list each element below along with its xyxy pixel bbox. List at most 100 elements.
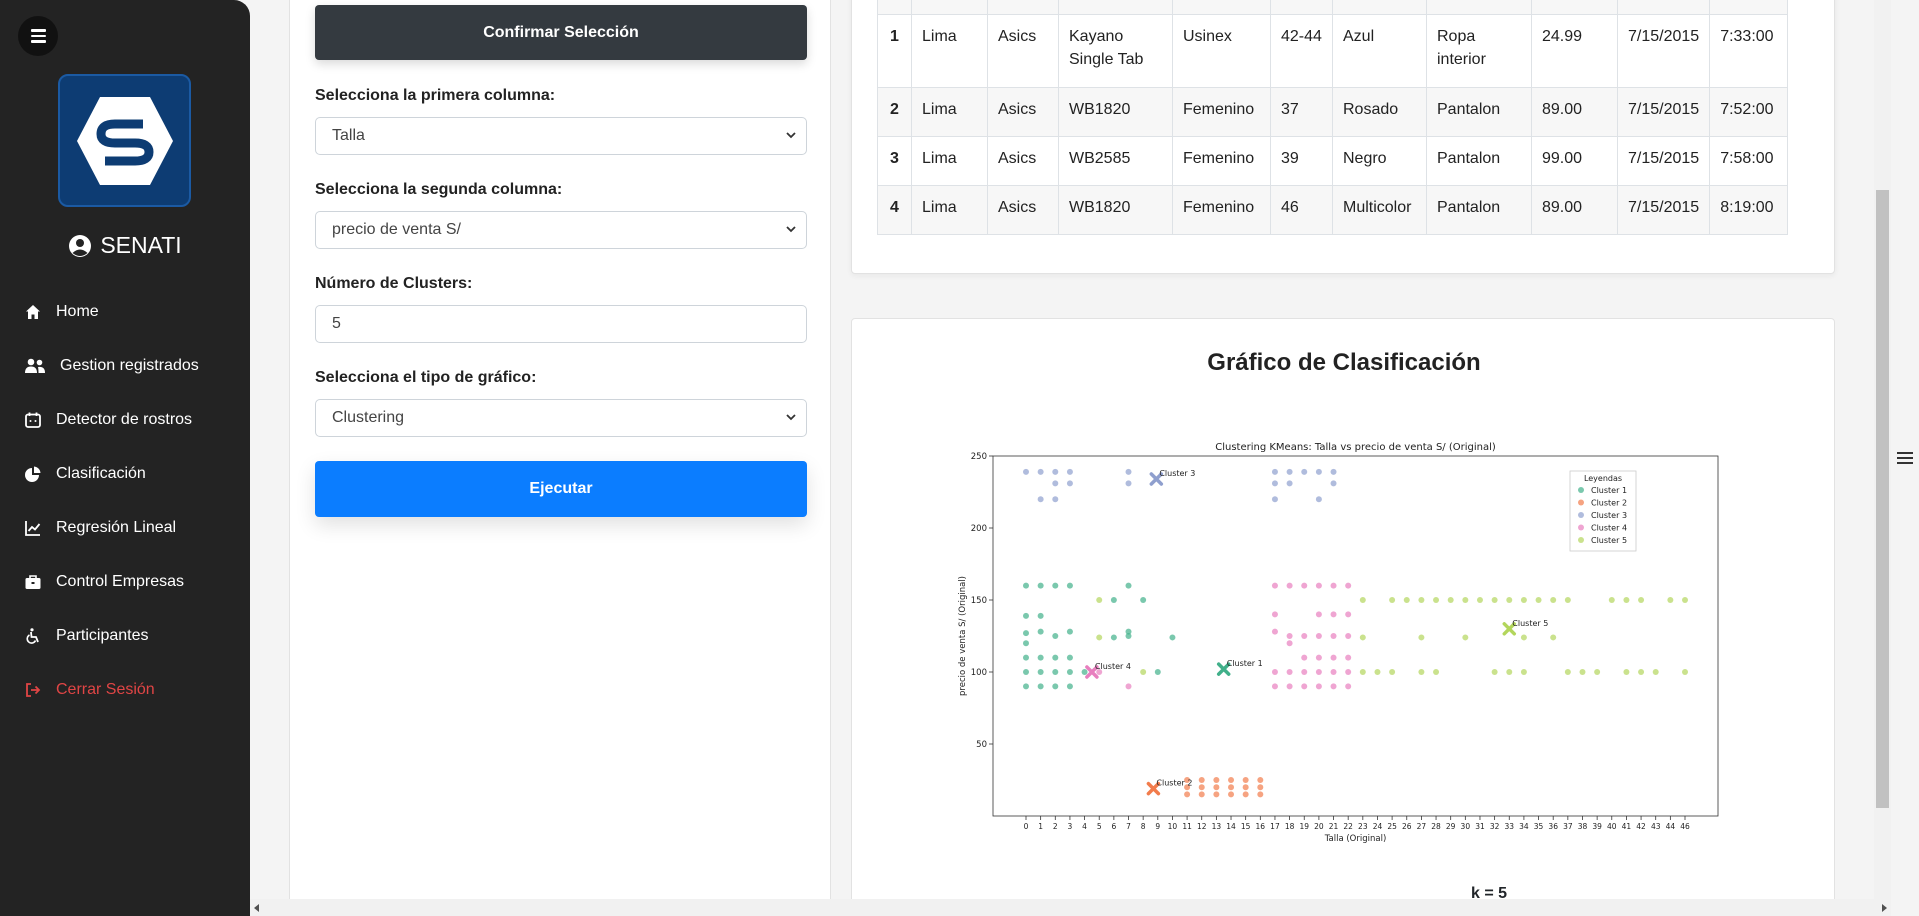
- table-cell: [1616, 0, 1711, 15]
- x-tick-label: 0: [1024, 822, 1029, 831]
- data-point: [1125, 582, 1132, 589]
- y-tick-label: 250: [971, 452, 987, 462]
- sidebar-item-empresas[interactable]: Control Empresas: [0, 555, 250, 609]
- scroll-thumb[interactable]: [1876, 190, 1889, 808]
- data-point: [1184, 791, 1191, 798]
- x-tick-label: 5: [1097, 822, 1102, 831]
- y-tick-label: 100: [971, 668, 987, 678]
- second-column-select[interactable]: precio de venta S/: [315, 211, 807, 249]
- legend-marker: [1578, 487, 1584, 493]
- data-point: [1418, 634, 1425, 641]
- execute-button[interactable]: Ejecutar: [315, 461, 807, 517]
- first-column-select[interactable]: Talla: [315, 117, 807, 155]
- table-cell: Rosado: [1332, 87, 1427, 137]
- data-point: [1315, 633, 1322, 639]
- hamburger-line: [1897, 462, 1913, 464]
- data-point: [1315, 468, 1322, 475]
- data-point: [1023, 683, 1029, 690]
- side-menu-icon[interactable]: [1897, 452, 1913, 464]
- x-tick-label: 4: [1082, 822, 1087, 831]
- data-point: [1023, 582, 1029, 589]
- data-table-card: 1 Lima Asics Kayano Single Tab Usinex 42…: [851, 0, 1835, 274]
- data-point: [1330, 480, 1337, 487]
- chart-type-value: Clustering: [332, 409, 405, 426]
- data-point: [1023, 669, 1029, 675]
- vertical-scrollbar[interactable]: [1874, 0, 1891, 916]
- y-tick-label: 150: [971, 596, 987, 606]
- data-point: [1638, 669, 1645, 675]
- data-point: [1345, 654, 1352, 661]
- scroll-right-arrow[interactable]: [1882, 904, 1887, 912]
- centroid-label: Cluster 2: [1156, 779, 1192, 788]
- calendar-face-icon: [24, 411, 42, 429]
- x-tick-label: 19: [1299, 822, 1309, 831]
- data-point: [1286, 633, 1293, 639]
- horizontal-scrollbar[interactable]: [250, 899, 1891, 916]
- scroll-left-arrow[interactable]: [254, 904, 259, 912]
- x-tick-label: 22: [1343, 822, 1353, 831]
- confirm-selection-button[interactable]: Confirmar Selección: [315, 5, 807, 60]
- legend-marker: [1578, 537, 1584, 543]
- data-point: [1359, 669, 1366, 675]
- table-cell: Pantalon: [1426, 87, 1532, 137]
- users-icon: [24, 357, 46, 375]
- sidebar-item-label: Control Empresas: [56, 573, 185, 590]
- brand-label: SENATI: [100, 232, 182, 258]
- data-point: [1359, 597, 1366, 603]
- data-point: [1125, 628, 1132, 635]
- sidebar-item-participantes[interactable]: Participantes: [0, 609, 250, 663]
- table-cell: 99.00: [1531, 136, 1618, 186]
- sidebar-item-detector[interactable]: Detector de rostros: [0, 393, 250, 447]
- data-point: [1271, 480, 1278, 487]
- data-point: [1330, 669, 1337, 675]
- table-row: 2 Lima Asics WB1820 Femenino 37 Rosado P…: [877, 87, 1789, 137]
- table-cell: Asics: [987, 185, 1059, 235]
- menu-toggle-button[interactable]: [18, 16, 58, 56]
- x-tick-label: 12: [1197, 822, 1207, 831]
- x-tick-label: 25: [1387, 822, 1397, 831]
- data-point: [1418, 669, 1425, 675]
- table-cell: 39: [1270, 136, 1333, 186]
- hamburger-line: [30, 40, 46, 43]
- table-cell: [1332, 0, 1427, 15]
- x-tick-label: 40: [1607, 822, 1617, 831]
- chevron-down-icon: [786, 414, 796, 421]
- x-tick-label: 38: [1578, 822, 1588, 831]
- data-point: [1023, 654, 1029, 661]
- sidebar-item-gestion[interactable]: Gestion registrados: [0, 339, 250, 393]
- data-point: [1301, 654, 1308, 661]
- data-point: [1154, 669, 1161, 675]
- table-cell: [1709, 0, 1789, 15]
- sidebar-item-clasificacion[interactable]: Clasificación: [0, 447, 250, 501]
- data-point: [1169, 634, 1176, 641]
- chevron-down-icon: [786, 226, 796, 233]
- data-point: [1462, 597, 1469, 603]
- data-point: [1140, 597, 1147, 603]
- sidebar-item-regresion[interactable]: Regresión Lineal: [0, 501, 250, 555]
- chart-type-select[interactable]: Clustering: [315, 399, 807, 437]
- data-point: [1315, 611, 1322, 618]
- clusters-input[interactable]: 5: [315, 305, 807, 343]
- sidebar-item-home[interactable]: Home: [0, 285, 250, 339]
- data-point: [1330, 683, 1337, 690]
- x-tick-label: 17: [1270, 822, 1280, 831]
- legend-entry: Cluster 3: [1591, 511, 1627, 520]
- data-point: [1037, 669, 1044, 675]
- table-cell: 24.99: [1531, 14, 1618, 88]
- data-point: [1110, 634, 1117, 641]
- data-point: [1066, 654, 1073, 661]
- data-point: [1271, 611, 1278, 618]
- data-point: [1052, 654, 1059, 661]
- data-point: [1330, 633, 1337, 639]
- table-cell: WB2585: [1058, 136, 1173, 186]
- data-point: [1037, 612, 1044, 619]
- table-cell: Femenino: [1172, 185, 1271, 235]
- first-column-label: Selecciona la primera columna:: [315, 87, 556, 104]
- data-point: [1271, 669, 1278, 675]
- table-cell: [1270, 0, 1333, 15]
- sidebar-item-logout[interactable]: Cerrar Sesión: [0, 663, 250, 717]
- x-tick-label: 20: [1314, 822, 1324, 831]
- data-point: [1228, 784, 1235, 791]
- data-point: [1066, 683, 1073, 690]
- data-point: [1125, 480, 1132, 487]
